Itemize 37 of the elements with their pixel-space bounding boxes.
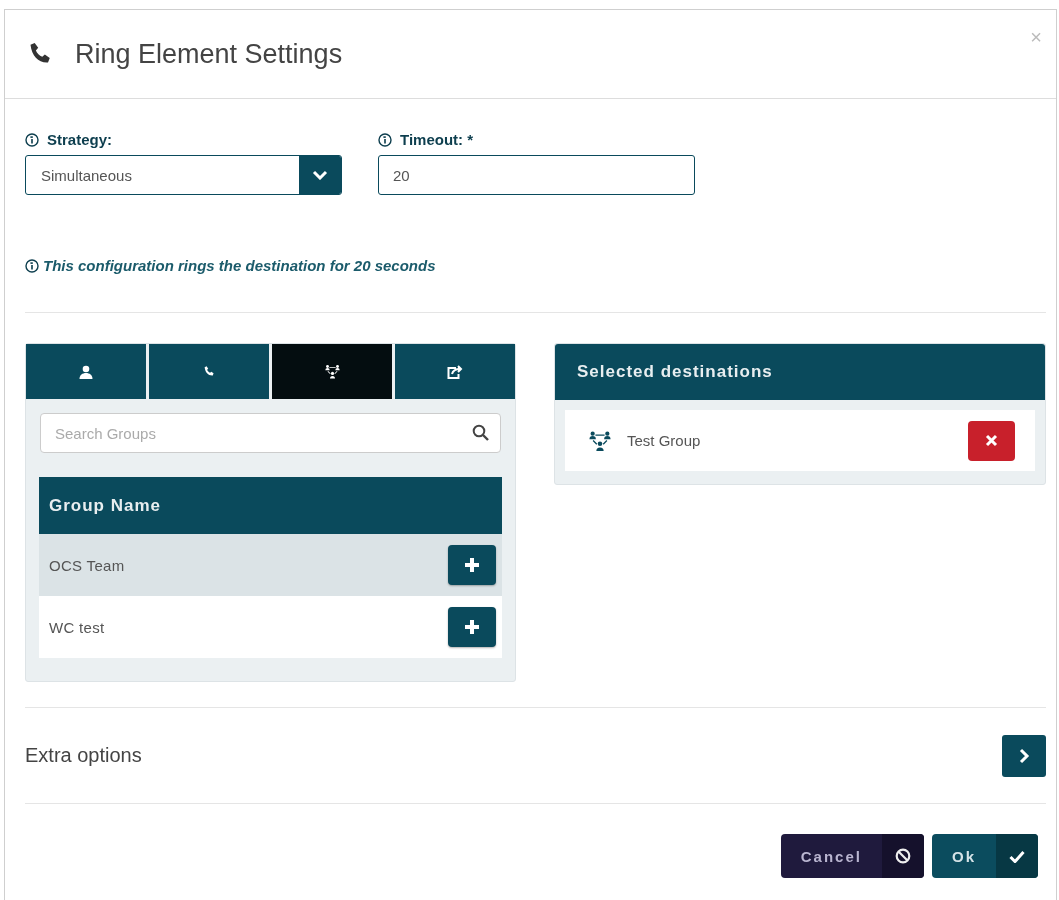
panel-title: Selected destinations — [555, 344, 1045, 400]
group-name: OCS Team — [49, 556, 125, 574]
column-header: Group Name — [39, 477, 502, 534]
field-label: Timeout: * — [400, 131, 474, 148]
ok-button[interactable]: Ok — [932, 834, 1038, 878]
info-text: This configuration rings the destination for 20 seconds — [43, 257, 436, 274]
share-icon — [447, 364, 463, 379]
prohibited-icon — [895, 848, 911, 864]
search-field[interactable]: Search Groups — [40, 413, 501, 453]
add-button[interactable] — [448, 545, 496, 585]
extra-options-label: Extra options — [25, 744, 142, 767]
cancel-button[interactable]: Cancel — [780, 834, 924, 878]
strategy-select[interactable]: Simultaneous — [25, 155, 342, 195]
plus-icon — [464, 619, 480, 635]
info-icon — [25, 258, 39, 273]
search-icon — [472, 424, 489, 441]
plus-icon — [464, 557, 480, 573]
timeout-input[interactable]: 20 — [378, 155, 695, 195]
group-icon — [324, 364, 340, 379]
chevron-right-icon — [1018, 747, 1030, 764]
group-icon — [589, 429, 611, 452]
remove-button[interactable] — [968, 420, 1015, 461]
destination-name: Test Group — [627, 432, 702, 449]
close-icon — [985, 434, 998, 447]
user-icon — [79, 364, 93, 379]
check-icon — [1009, 849, 1025, 863]
add-button[interactable] — [448, 607, 496, 647]
field-label: Strategy: — [47, 131, 113, 148]
phone-icon — [202, 365, 216, 378]
group-name: WC test — [49, 618, 105, 636]
info-icon — [378, 132, 392, 147]
info-icon — [25, 132, 39, 147]
chevron-down-icon — [312, 170, 328, 180]
table-row[interactable]: OCS Team — [39, 534, 502, 596]
dialog-title: Ring Element Settings — [75, 38, 343, 70]
expand-button[interactable] — [1002, 734, 1046, 777]
table-row[interactable]: WC test — [39, 596, 502, 658]
